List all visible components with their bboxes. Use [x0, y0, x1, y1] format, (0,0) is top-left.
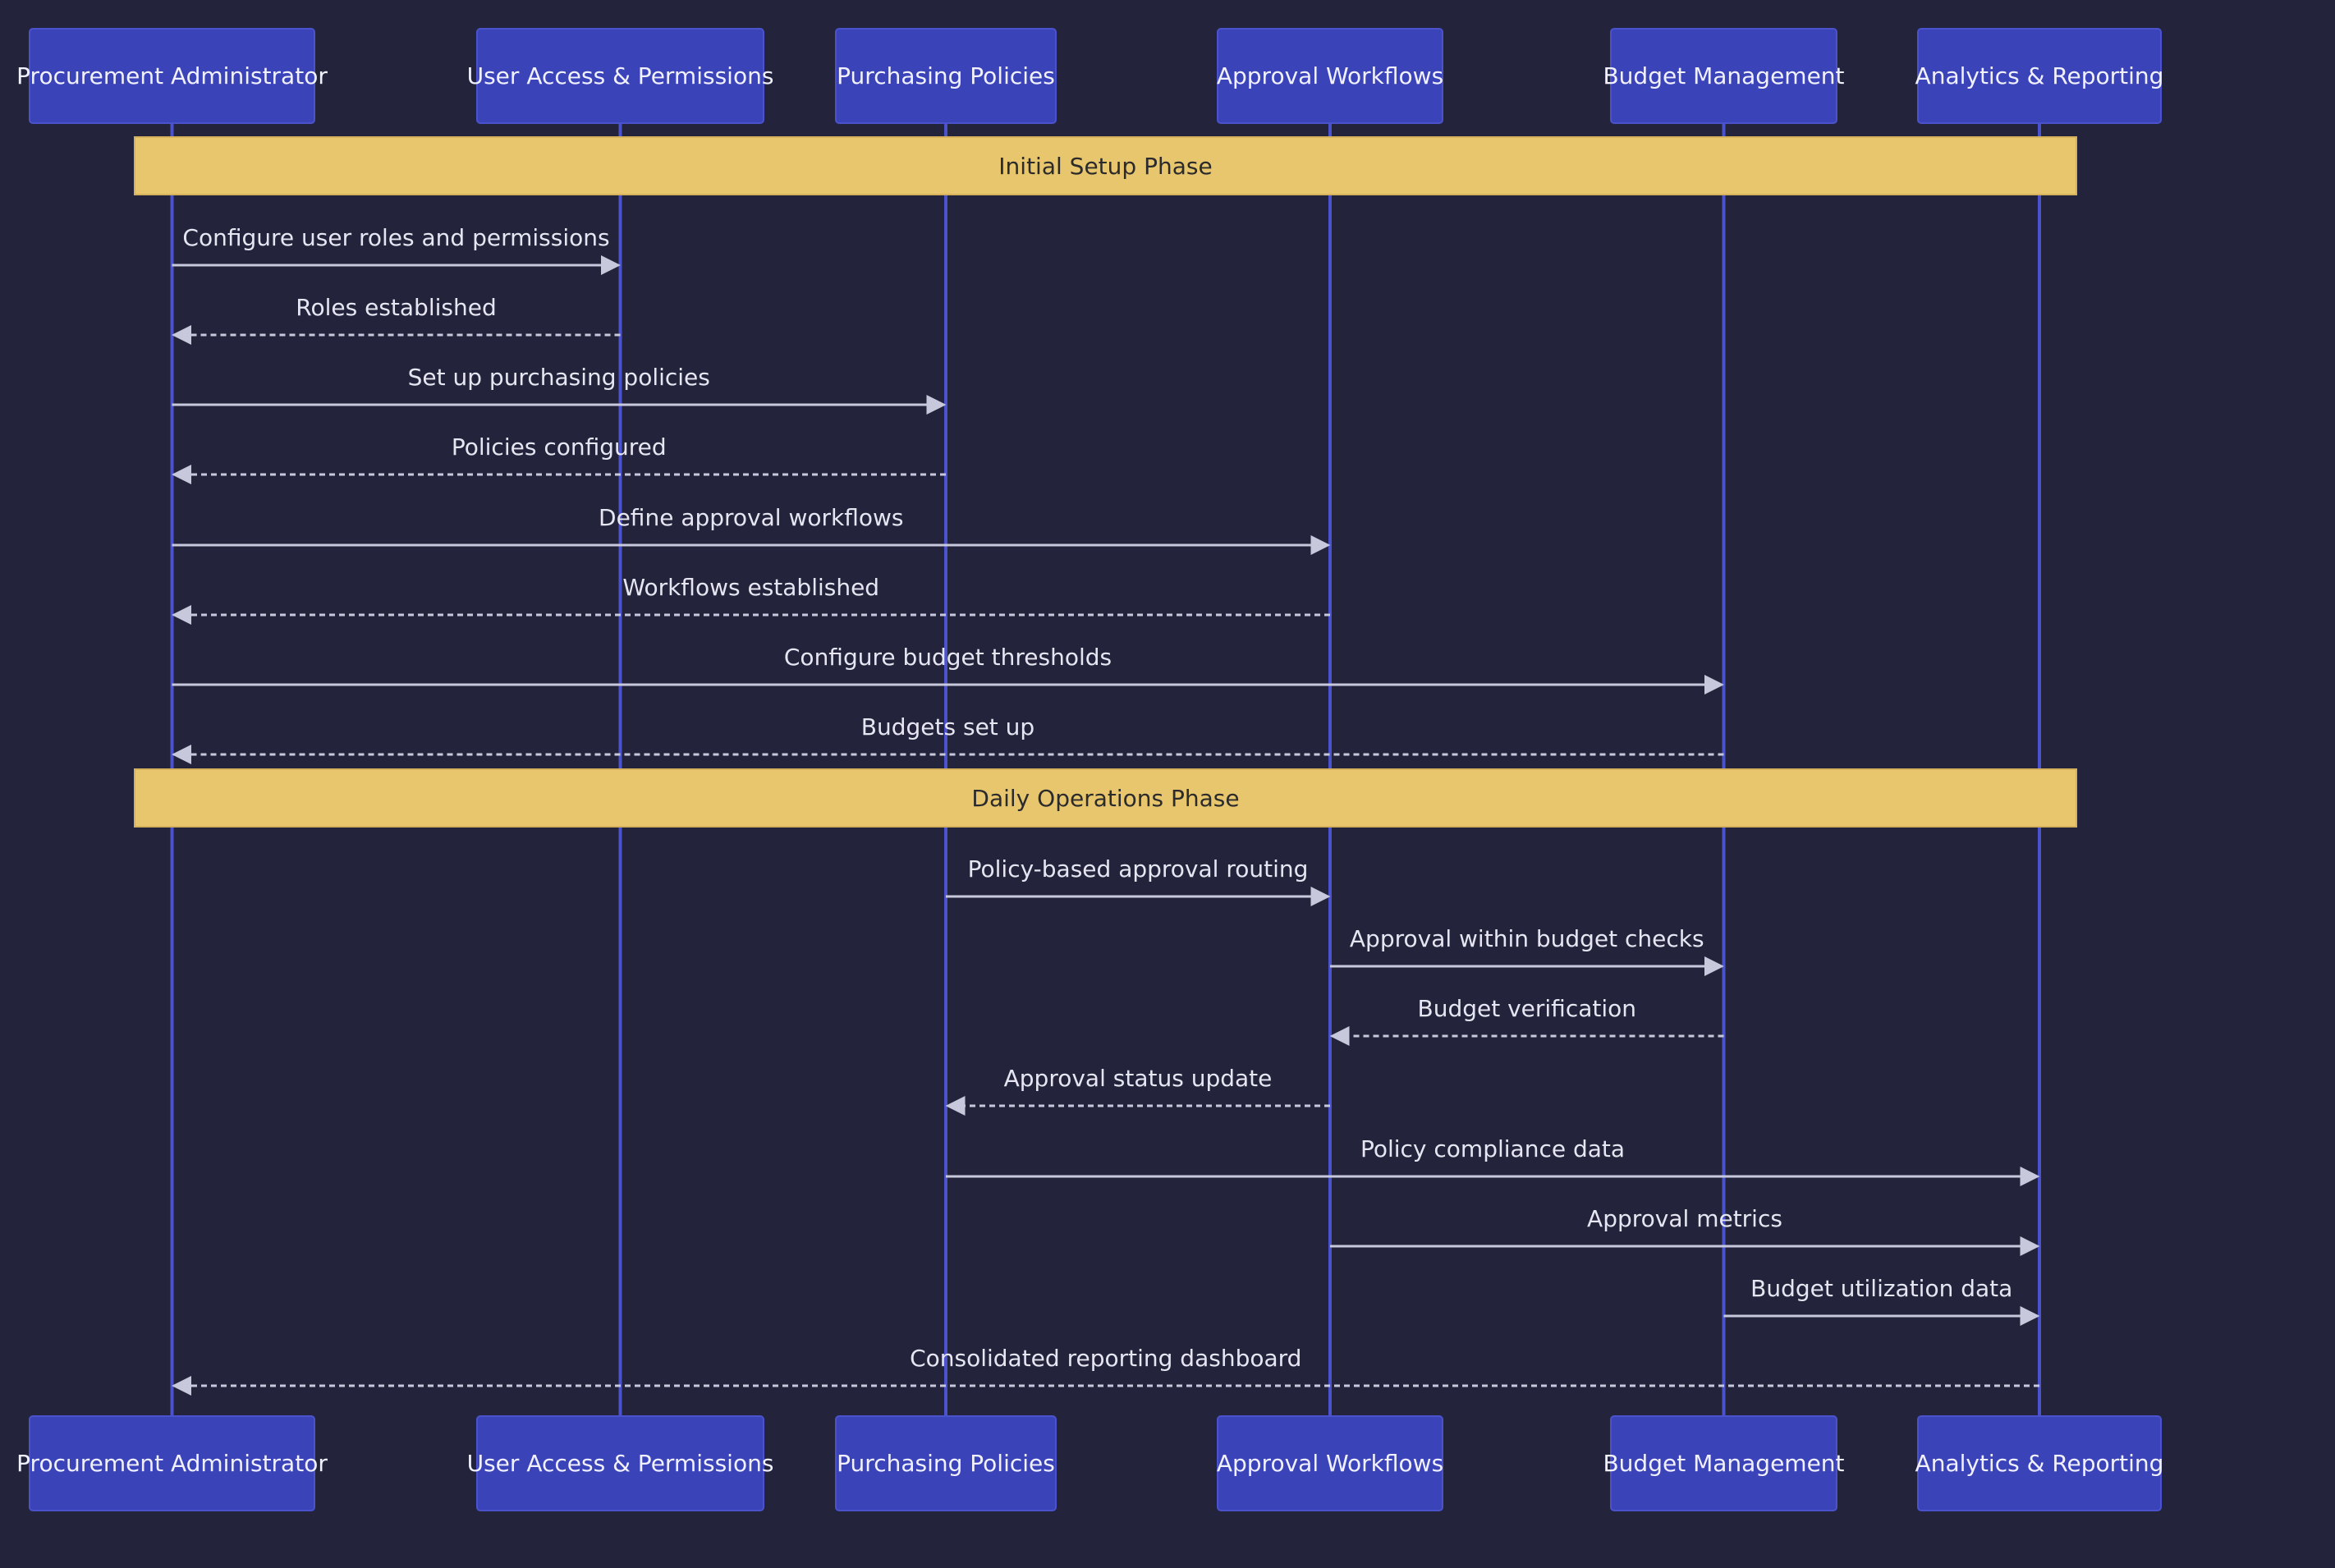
participant-policies-bottom: Purchasing Policies [835, 1415, 1057, 1511]
participant-admin-top: Procurement Administrator [16, 28, 328, 124]
sequence-diagram: Procurement Administrator Procurement Adm… [0, 0, 2335, 1568]
message-label: Approval status update [1003, 1065, 1273, 1092]
message-label: Budget utilization data [1750, 1275, 2013, 1302]
participant-budget-top: Budget Management [1603, 28, 1845, 124]
message-label: Configure user roles and permissions [182, 224, 610, 251]
message-label: Approval within budget checks [1349, 925, 1704, 952]
message-label: Approval metrics [1587, 1205, 1782, 1232]
phase-note: Daily Operations Phase [134, 768, 2077, 828]
message-label: Budget verification [1417, 995, 1637, 1022]
message-label: Policy-based approval routing [967, 855, 1309, 883]
participant-access-top: User Access & Permissions [467, 28, 773, 124]
message-label: Policy compliance data [1360, 1135, 1626, 1162]
phase-note: Initial Setup Phase [134, 136, 2077, 195]
message-label: Define approval workflows [599, 504, 904, 531]
participant-policies-top: Purchasing Policies [835, 28, 1057, 124]
participant-access-bottom: User Access & Permissions [467, 1415, 773, 1511]
message-label: Consolidated reporting dashboard [910, 1345, 1302, 1372]
message-label: Configure budget thresholds [783, 644, 1112, 671]
message-label: Set up purchasing policies [407, 364, 710, 391]
message-label: Budgets set up [860, 713, 1035, 740]
participant-analytics-bottom: Analytics & Reporting [1915, 1415, 2163, 1511]
participant-workflows-top: Approval Workflows [1217, 28, 1443, 124]
participant-workflows-bottom: Approval Workflows [1217, 1415, 1443, 1511]
participant-budget-bottom: Budget Management [1603, 1415, 1845, 1511]
participant-analytics-top: Analytics & Reporting [1915, 28, 2163, 124]
participant-admin-bottom: Procurement Administrator [16, 1415, 328, 1511]
message-label: Workflows established [622, 574, 880, 601]
message-label: Roles established [296, 294, 497, 321]
message-label: Policies configured [451, 433, 667, 461]
